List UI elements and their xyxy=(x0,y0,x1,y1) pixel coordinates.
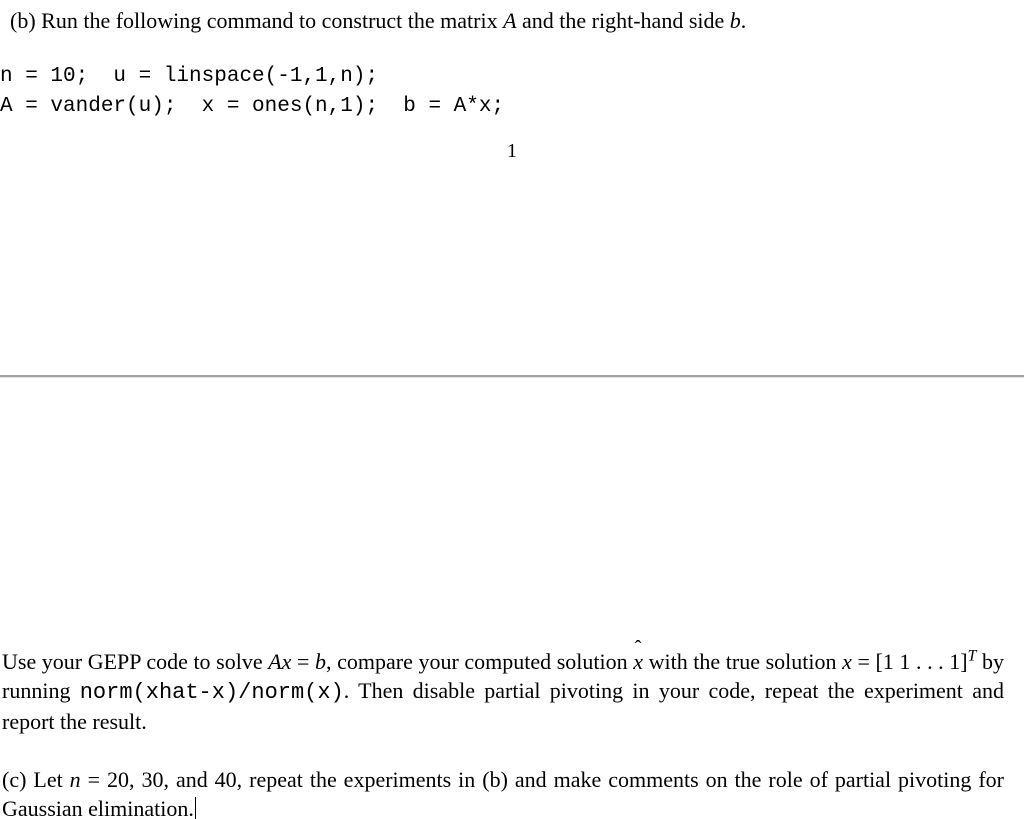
part-b-text-1: Run the following command to construct t… xyxy=(41,8,503,33)
part-c-prompt: (c) Let n = 20, 30, and 40, repeat the e… xyxy=(2,765,1004,819)
part-b-label: (b) xyxy=(10,6,36,36)
part-b-text-3: . xyxy=(741,8,747,33)
vector-b: b xyxy=(730,8,741,33)
part-c-seg1: Let xyxy=(26,767,69,792)
Ax: Ax xyxy=(268,649,291,674)
part-b-prompt: (b) Run the following command to constru… xyxy=(10,6,1004,36)
lower-paragraph: Use your GEPP code to solve Ax = b, comp… xyxy=(2,647,1004,736)
page: (b) Run the following command to constru… xyxy=(0,0,1024,819)
b2: b xyxy=(315,649,326,674)
eq2: = [1 1 . . . 1] xyxy=(852,649,968,674)
x: x xyxy=(842,649,852,674)
lower-seg3: with the true solution xyxy=(643,649,842,674)
page-number: 1 xyxy=(0,140,1024,163)
matrix-A: A xyxy=(503,8,516,33)
code-line-1: n = 10; u = linspace(-1,1,n); xyxy=(0,65,378,88)
code-block: n = 10; u = linspace(-1,1,n); A = vander… xyxy=(0,62,1004,123)
norm-code: norm(xhat-x)/norm(x) xyxy=(80,680,344,705)
code-line-2: A = vander(u); x = ones(n,1); b = A*x; xyxy=(0,95,504,118)
text-cursor xyxy=(195,797,196,819)
page-divider xyxy=(0,375,1024,378)
n-var: n xyxy=(70,767,81,792)
x-hat: x xyxy=(633,647,643,676)
part-c-label: (c) xyxy=(2,767,26,792)
part-b-text-2: and the right-hand side xyxy=(517,8,730,33)
lower-seg1: Use your GEPP code to solve xyxy=(2,649,268,674)
lower-seg2: , compare your computed solution xyxy=(326,649,633,674)
eq1: = xyxy=(291,649,315,674)
part-c-seg2: = 20, 30, and 40, repeat the experiments… xyxy=(2,767,1004,819)
